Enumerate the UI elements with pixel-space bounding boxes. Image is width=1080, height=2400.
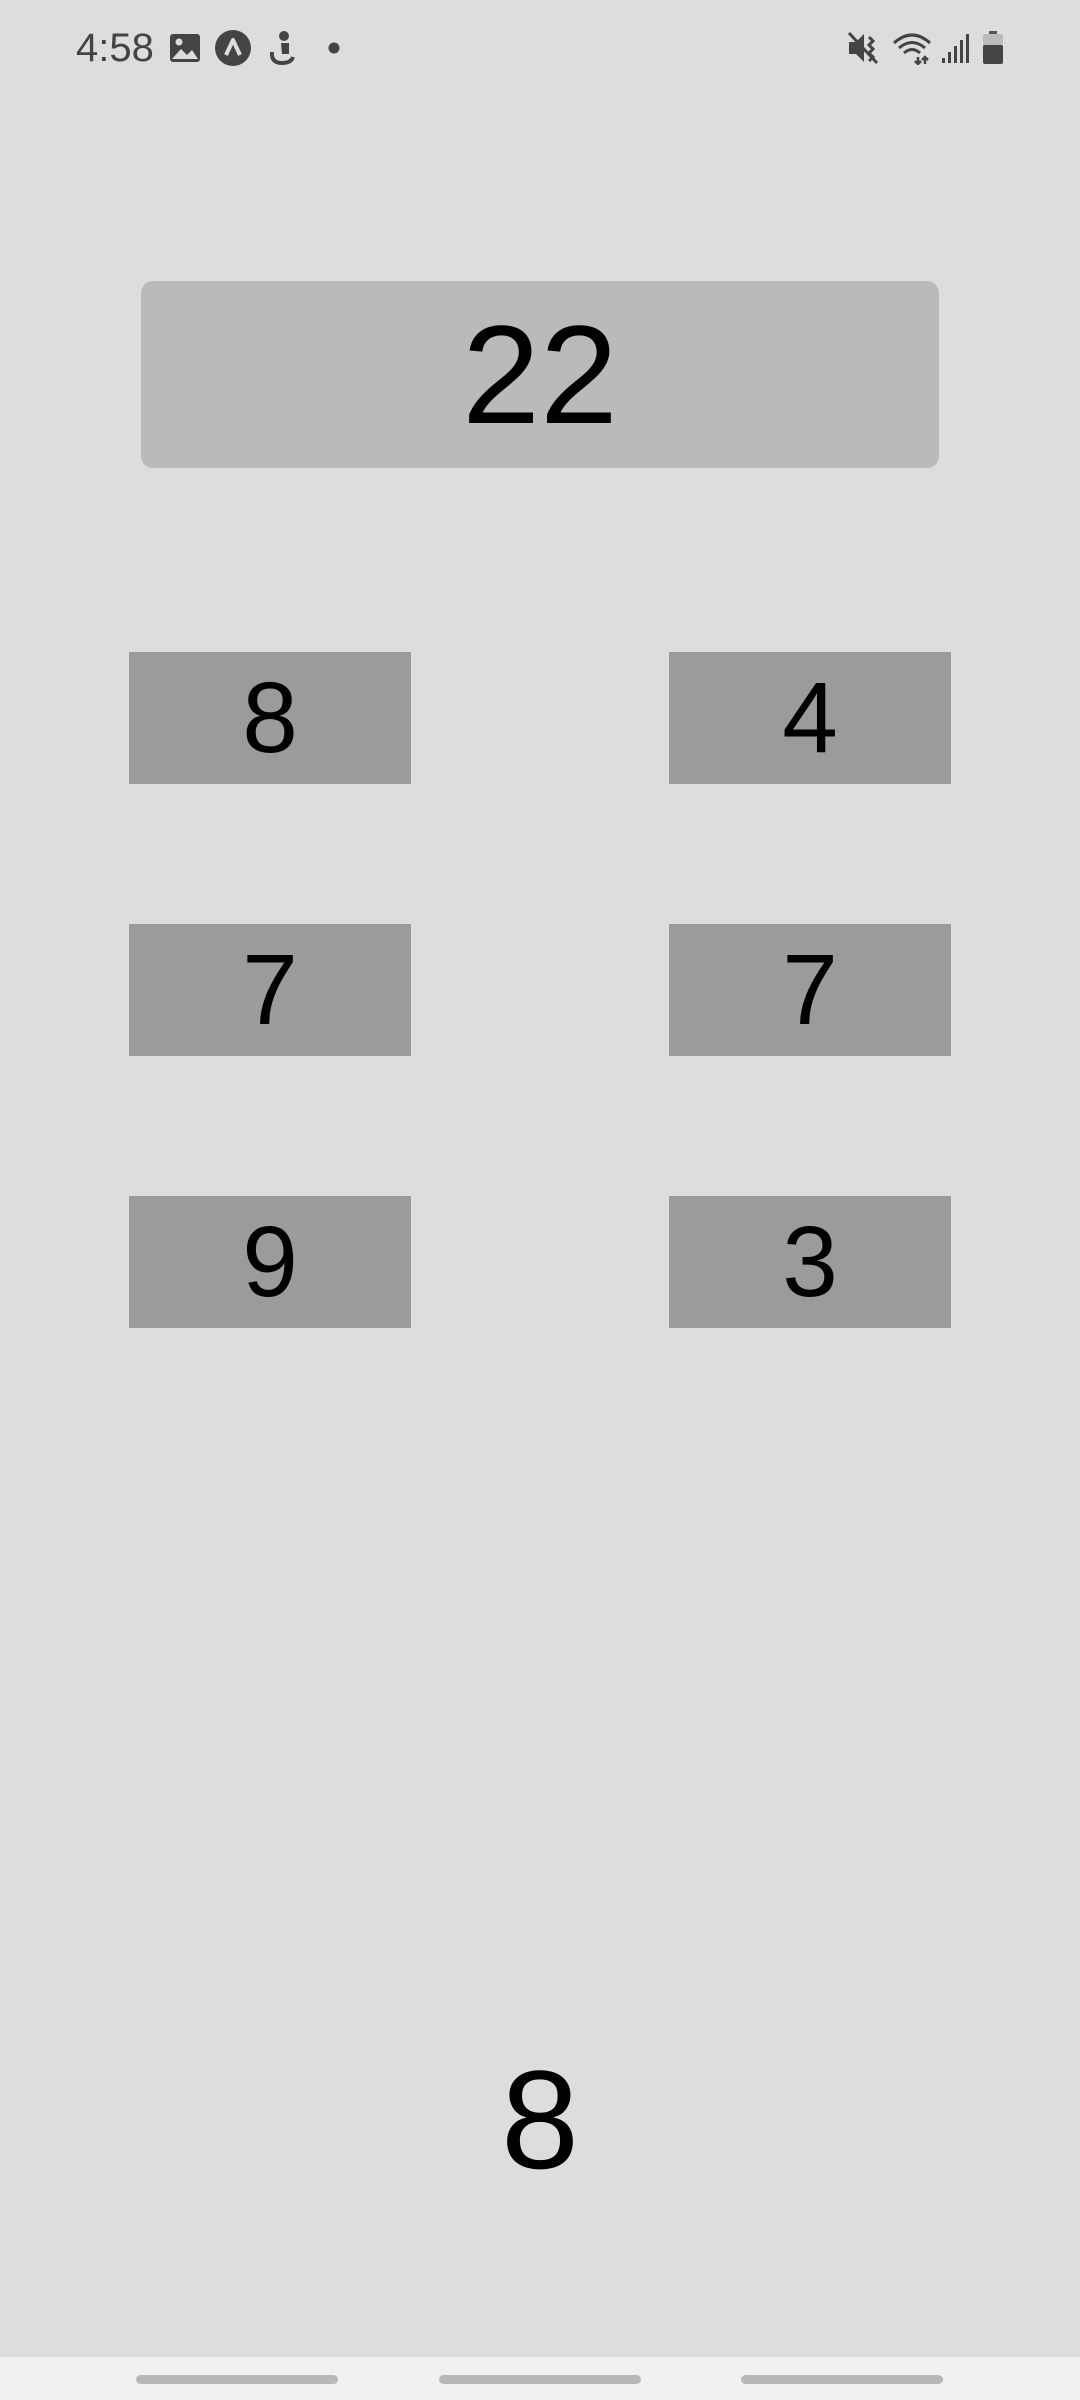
nav-home-handle[interactable] — [439, 2375, 641, 2384]
number-tile-label: 7 — [242, 934, 298, 1046]
nav-recents-handle[interactable] — [136, 2375, 338, 2384]
status-bar: 4:58 — [0, 0, 1080, 96]
number-tile[interactable]: 7 — [129, 924, 411, 1056]
accessibility-icon — [266, 28, 300, 68]
number-tile-label: 4 — [782, 662, 838, 774]
number-tile[interactable]: 7 — [669, 924, 951, 1056]
target-panel: 22 — [141, 281, 939, 468]
number-tile-label: 8 — [242, 662, 298, 774]
target-value: 22 — [462, 295, 618, 453]
status-time: 4:58 — [76, 26, 154, 70]
app-circle-icon — [214, 28, 252, 68]
number-tile[interactable]: 8 — [129, 652, 411, 784]
number-tile-label: 7 — [782, 934, 838, 1046]
number-tile[interactable]: 9 — [129, 1196, 411, 1328]
number-tile-label: 9 — [242, 1206, 298, 1318]
gallery-icon — [168, 28, 202, 68]
battery-icon — [980, 28, 1006, 68]
mute-vibrate-icon — [846, 28, 882, 68]
navigation-bar — [0, 2357, 1080, 2400]
notification-dot-icon — [326, 28, 342, 68]
number-tile[interactable]: 3 — [669, 1196, 951, 1328]
number-tile-label: 3 — [782, 1206, 838, 1318]
number-tile[interactable]: 4 — [669, 652, 951, 784]
wifi-icon — [892, 28, 932, 68]
app-screen: 4:58 22 8 4 7 7 9 3 8 — [0, 0, 1080, 2400]
nav-back-handle[interactable] — [741, 2375, 943, 2384]
current-value: 8 — [501, 2041, 579, 2198]
signal-icon — [940, 28, 970, 68]
